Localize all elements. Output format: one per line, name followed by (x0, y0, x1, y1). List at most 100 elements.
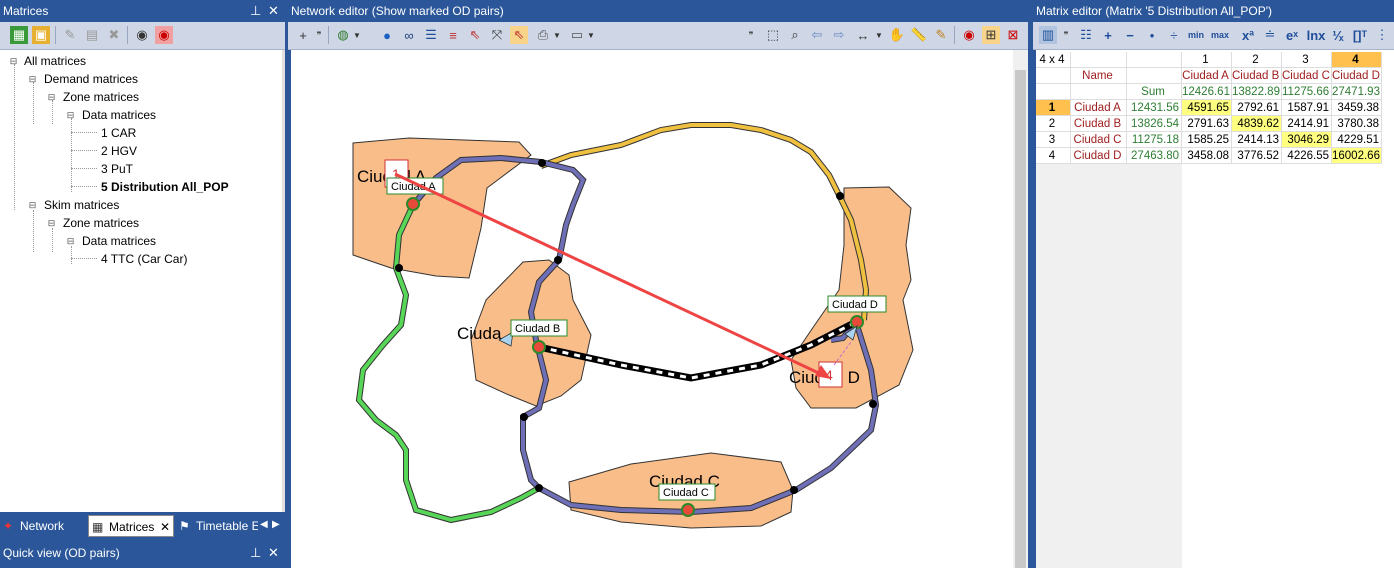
collapse-icon[interactable]: ⊟ (28, 201, 37, 210)
ln-icon[interactable]: lnx (1305, 26, 1327, 44)
collapse-icon[interactable]: ⊟ (47, 93, 56, 102)
add-matrix-icon[interactable]: ▦ (10, 26, 28, 44)
marked-od-icon[interactable]: ⇖ (510, 26, 528, 44)
matrix-cell[interactable]: 1587.91 (1282, 100, 1332, 116)
dropdown-icon[interactable]: ▼ (874, 26, 884, 44)
overflow-icon[interactable]: ❞ (746, 26, 756, 44)
close-tab-icon[interactable]: ✕ (160, 516, 170, 538)
matrix-cell[interactable]: 4229.51 (1332, 132, 1382, 148)
fit-icon[interactable]: ↔ (854, 26, 872, 44)
power-icon[interactable]: xª (1239, 26, 1257, 44)
multiply-icon[interactable]: • (1143, 26, 1161, 44)
marker-icon[interactable]: ● (378, 26, 396, 44)
zoom-icon[interactable]: ⌕ (786, 26, 804, 44)
matrix-cell[interactable]: 4839.62 (1232, 116, 1282, 132)
round-icon[interactable]: ≐ (1261, 26, 1279, 44)
transpose-icon[interactable]: []ᵀ (1351, 26, 1369, 44)
network-map[interactable]: Ciudad A Ciuda Ciudad C Ciudad D 1 4 Ciu… (291, 50, 1013, 568)
spread-icon[interactable]: ⤧ (488, 26, 506, 44)
matrix-cell[interactable]: 2792.61 (1232, 100, 1282, 116)
add-icon[interactable]: + (294, 26, 312, 44)
plus-icon[interactable]: + (1099, 26, 1117, 44)
tree-all-matrices[interactable]: All matrices (24, 53, 86, 69)
view-icon[interactable]: ▥ (1039, 26, 1057, 44)
row-number[interactable]: 4 (1036, 148, 1071, 164)
target-icon[interactable]: ⊞ (982, 26, 1000, 44)
ruler-icon[interactable]: 📏 (910, 26, 928, 44)
tree-demand-matrices[interactable]: Demand matrices (44, 71, 138, 87)
tree-demand-data-matrices[interactable]: Data matrices (82, 107, 156, 123)
globe-icon[interactable]: ◍ (334, 26, 352, 44)
collapse-icon[interactable]: ⊟ (47, 219, 56, 228)
matrix-cell[interactable]: 4226.55 (1282, 148, 1332, 164)
pin-icon[interactable]: ⊥ (250, 0, 261, 22)
overflow-icon[interactable]: ❞ (314, 26, 324, 44)
list-icon[interactable]: ☷ (1077, 26, 1095, 44)
tab-matrices[interactable]: ▦ Matrices ✕ (88, 515, 174, 537)
matrix-cell[interactable]: 3458.08 (1182, 148, 1232, 164)
collapse-icon[interactable]: ⊟ (66, 237, 75, 246)
tree-skim-matrices[interactable]: Skim matrices (44, 197, 119, 213)
minus-icon[interactable]: − (1121, 26, 1139, 44)
dropdown-icon[interactable]: ▼ (352, 26, 362, 44)
close-icon[interactable]: ✕ (268, 541, 279, 565)
tree-matrix-ttc[interactable]: 4 TTC (Car Car) (101, 251, 187, 267)
overflow-icon[interactable]: ❞ (1061, 26, 1071, 44)
matrix-cell[interactable]: 3046.29 (1282, 132, 1332, 148)
matrix-cell[interactable]: 3459.38 (1332, 100, 1382, 116)
network-scroll-thumb[interactable] (1015, 70, 1026, 568)
row-number[interactable]: 2 (1036, 116, 1071, 132)
exp-icon[interactable]: eˣ (1283, 26, 1301, 44)
col-number[interactable]: 2 (1232, 52, 1282, 68)
list-icon[interactable]: ☰ (422, 26, 440, 44)
layers-icon[interactable]: ≡ (444, 26, 462, 44)
min-icon[interactable]: min (1185, 26, 1207, 44)
print-icon[interactable]: ⎙ (534, 26, 552, 44)
col-number[interactable]: 3 (1282, 52, 1332, 68)
network-canvas[interactable]: Ciudad A Ciuda Ciudad C Ciudad D 1 4 Ciu… (291, 50, 1013, 568)
tab-scroll-left-icon[interactable]: ◀ (260, 519, 268, 530)
select-icon[interactable]: ⇖ (466, 26, 484, 44)
matrix-cell[interactable]: 2791.63 (1182, 116, 1232, 132)
tree-matrix-put[interactable]: 3 PuT (101, 161, 133, 177)
forward-icon[interactable]: ⇨ (830, 26, 848, 44)
col-number[interactable]: 1 (1182, 52, 1232, 68)
divide-icon[interactable]: ÷ (1165, 26, 1183, 44)
row-number-selected[interactable]: 1 (1036, 100, 1071, 116)
zoom-window-icon[interactable]: ⬚ (764, 26, 782, 44)
hand-icon[interactable]: ✋ (888, 26, 906, 44)
pin-icon[interactable]: ⊥ (250, 541, 261, 565)
camera-icon[interactable]: ▭ (568, 26, 586, 44)
close-icon[interactable]: ✕ (268, 0, 279, 22)
tree-matrix-car[interactable]: 1 CAR (101, 125, 136, 141)
tree-skim-zone-matrices[interactable]: Zone matrices (63, 215, 139, 231)
matrix-cell[interactable]: 16002.66 (1332, 148, 1382, 164)
back-icon[interactable]: ⇦ (808, 26, 826, 44)
edit-icon[interactable]: ✎ (61, 26, 79, 44)
reset-icon[interactable]: ⊠ (1004, 26, 1022, 44)
matrix-cell[interactable]: 2414.91 (1282, 116, 1332, 132)
tree-matrix-hgv[interactable]: 2 HGV (101, 143, 137, 159)
collapse-icon[interactable]: ⊟ (28, 75, 37, 84)
pencil-icon[interactable]: ✎ (932, 26, 950, 44)
collapse-icon[interactable]: ⊟ (66, 111, 75, 120)
dropdown-icon[interactable]: ▼ (552, 26, 562, 44)
tree-matrix-distribution[interactable]: 5 Distribution All_POP (101, 179, 229, 195)
tab-timetable[interactable]: ⚑ Timetable E (176, 515, 258, 537)
matrix-cell[interactable]: 4591.65 (1182, 100, 1232, 116)
col-number-selected[interactable]: 4 (1332, 52, 1382, 68)
dropdown-icon[interactable]: ▼ (586, 26, 596, 44)
tab-network[interactable]: ✦ Network (0, 515, 86, 537)
matrix-cell[interactable]: 2414.13 (1232, 132, 1282, 148)
properties-icon[interactable]: ▤ (83, 26, 101, 44)
row-number[interactable]: 3 (1036, 132, 1071, 148)
reciprocal-icon[interactable]: ¹⁄ₓ (1329, 26, 1347, 44)
collapse-icon[interactable]: ⊟ (9, 57, 18, 66)
matrix-cell[interactable]: 1585.25 (1182, 132, 1232, 148)
stop-icon[interactable]: ◉ (960, 26, 978, 44)
tree-skim-data-matrices[interactable]: Data matrices (82, 233, 156, 249)
record-icon[interactable]: ◉ (133, 26, 151, 44)
tree-demand-zone-matrices[interactable]: Zone matrices (63, 89, 139, 105)
matrix-cell[interactable]: 3780.38 (1332, 116, 1382, 132)
more-icon[interactable]: ⋮ (1373, 26, 1391, 44)
